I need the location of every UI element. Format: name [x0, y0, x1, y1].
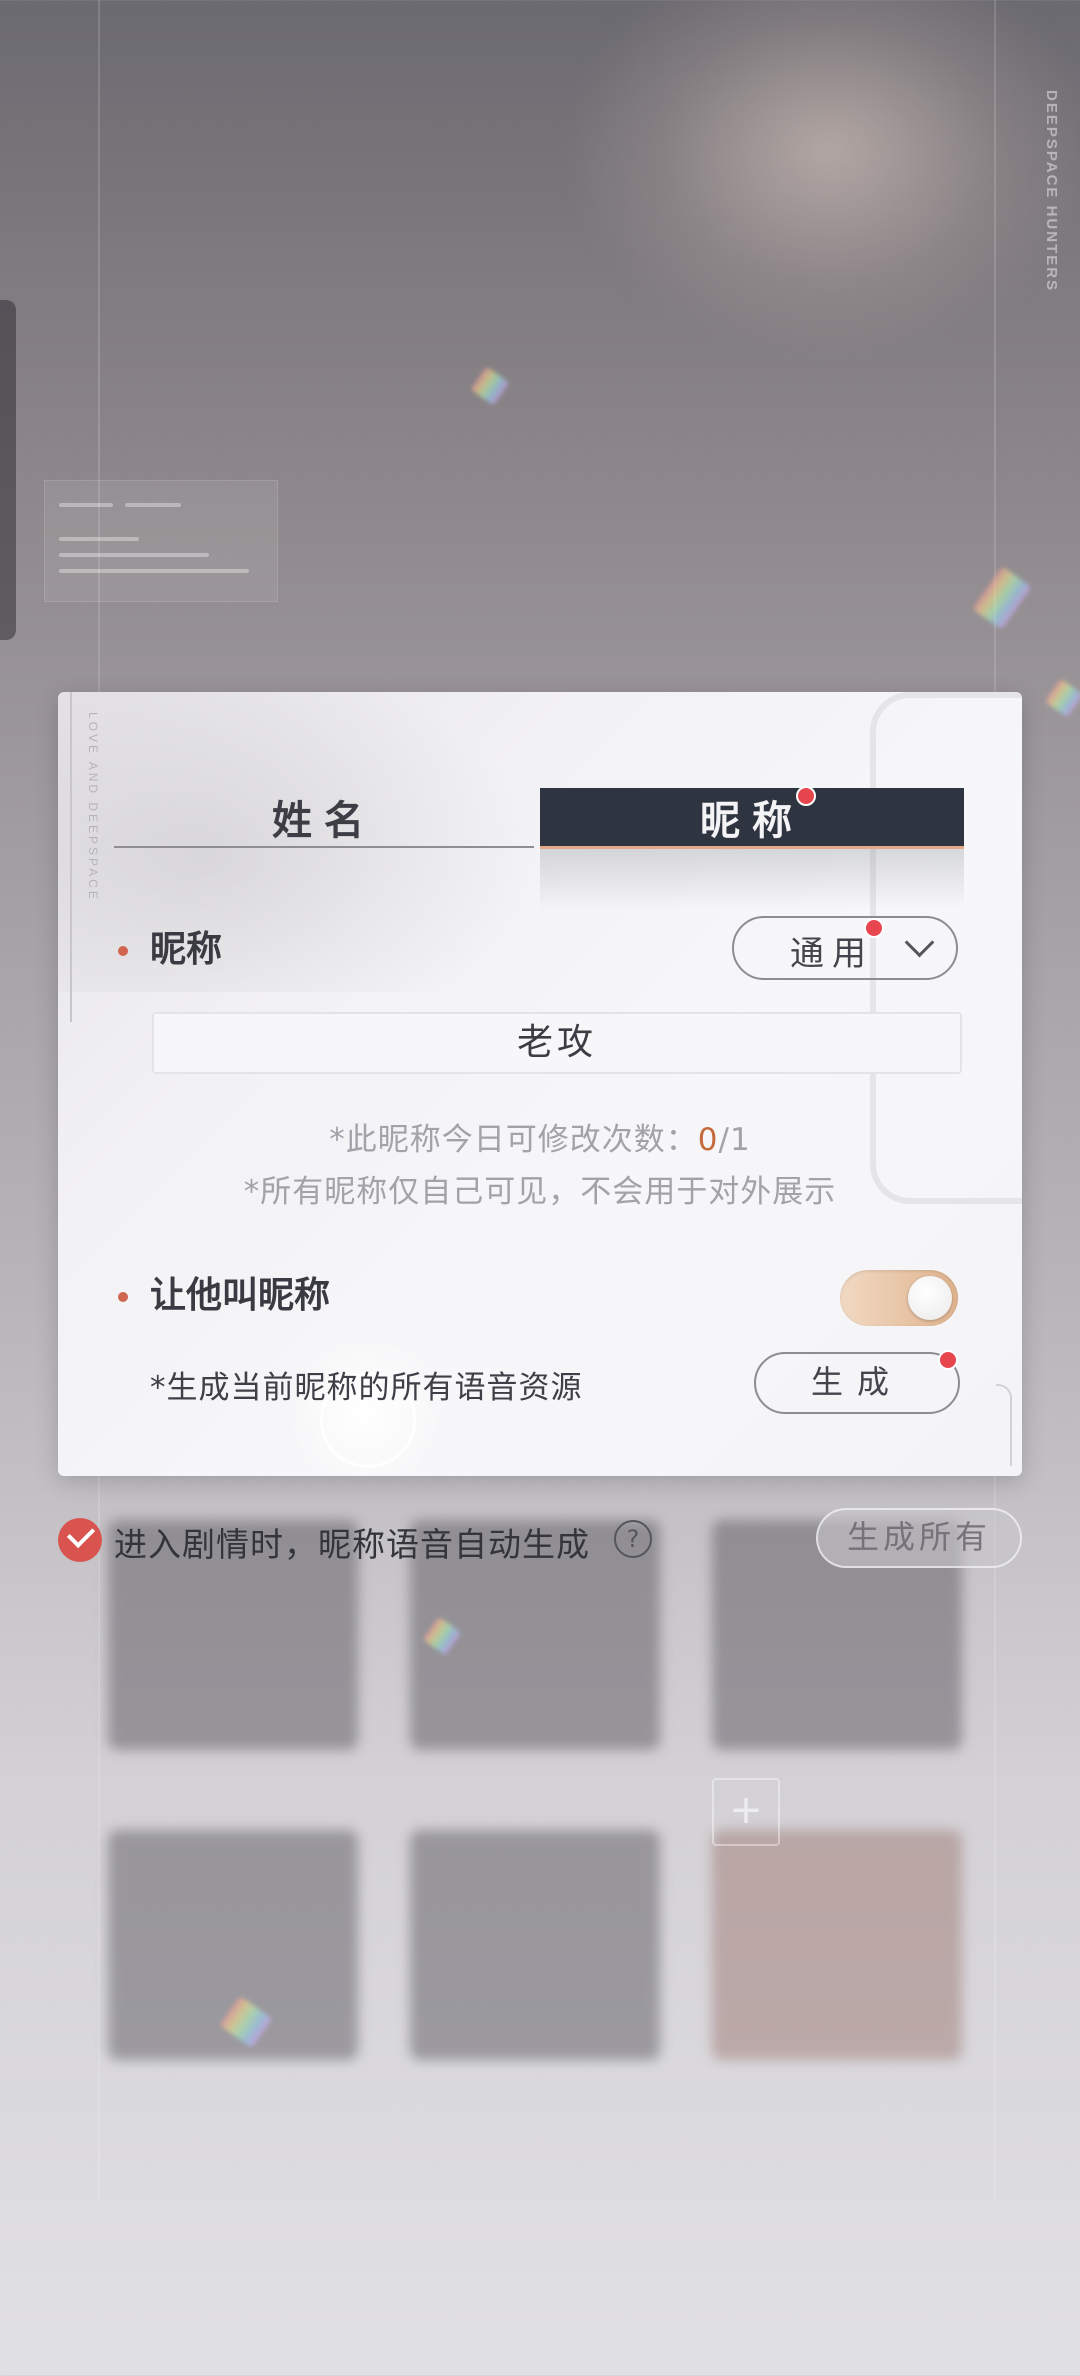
nickname-input[interactable]: 老攻 — [152, 1012, 962, 1074]
chevron-down-icon — [904, 927, 935, 958]
sparkle-decoration — [470, 366, 510, 406]
call-nickname-section-title: 让他叫昵称 — [150, 1274, 331, 1316]
dropdown-badge — [864, 918, 884, 938]
plus-icon: + — [712, 1778, 780, 1846]
tab-nickname-badge — [796, 786, 816, 806]
card-tag — [125, 503, 181, 507]
tab-nickname[interactable]: 昵称 — [540, 788, 964, 849]
sparkle-decoration — [972, 566, 1032, 630]
tab-active-shadow — [540, 849, 964, 909]
card-line — [59, 553, 209, 557]
edit-count-total: /1 — [718, 1122, 751, 1158]
generate-button[interactable]: 生成 — [754, 1352, 960, 1414]
background-info-card — [44, 480, 278, 602]
edit-count-prefix: *此昵称今日可修改次数： — [329, 1122, 698, 1158]
side-drawer-handle[interactable] — [0, 300, 16, 640]
background-thumbnail — [712, 1830, 962, 2060]
dialog-brand-text: LOVE AND DEEPSPACE — [86, 712, 100, 902]
background-thumbnail — [410, 1830, 660, 2060]
generate-all-button[interactable]: 生成所有 — [816, 1508, 1022, 1568]
auto-generate-label: 进入剧情时，昵称语音自动生成 — [114, 1525, 590, 1564]
tab-nickname-label: 昵称 — [700, 797, 804, 844]
nickname-scope-dropdown[interactable]: 通用 — [732, 916, 958, 980]
generate-voice-hint: *生成当前昵称的所有语音资源 — [150, 1370, 583, 1406]
edit-count-used: 0 — [697, 1122, 719, 1158]
edit-count-hint: *此昵称今日可修改次数：0/1 — [58, 1114, 1022, 1159]
nickname-dialog: LOVE AND DEEPSPACE 姓名 昵称 昵称 通用 老攻 *此昵称今日… — [58, 692, 1022, 1476]
privacy-hint: *所有昵称仅自己可见，不会用于对外展示 — [243, 1174, 837, 1210]
dialog-corner-decoration — [996, 1384, 1012, 1466]
section-bullet — [118, 946, 128, 956]
sparkle-decoration — [1044, 678, 1080, 718]
generate-button-badge — [938, 1350, 958, 1370]
auto-generate-checkbox[interactable] — [58, 1518, 102, 1562]
call-nickname-toggle[interactable] — [840, 1270, 958, 1326]
dropdown-selected-value: 通用 — [790, 934, 874, 974]
background-brand-text: DEEPSPACE HUNTERS — [1043, 90, 1060, 293]
card-tag — [59, 503, 113, 507]
card-line — [59, 537, 139, 541]
tab-name[interactable]: 姓名 — [114, 788, 534, 848]
toggle-knob — [908, 1276, 952, 1320]
card-line — [59, 569, 249, 573]
section-bullet — [118, 1292, 128, 1302]
nickname-section-title: 昵称 — [150, 928, 223, 970]
help-icon[interactable]: ? — [614, 1520, 652, 1558]
tab-name-label: 姓名 — [272, 797, 376, 844]
background-glow — [560, 0, 1080, 360]
dialog-decoration-line — [70, 692, 72, 1022]
